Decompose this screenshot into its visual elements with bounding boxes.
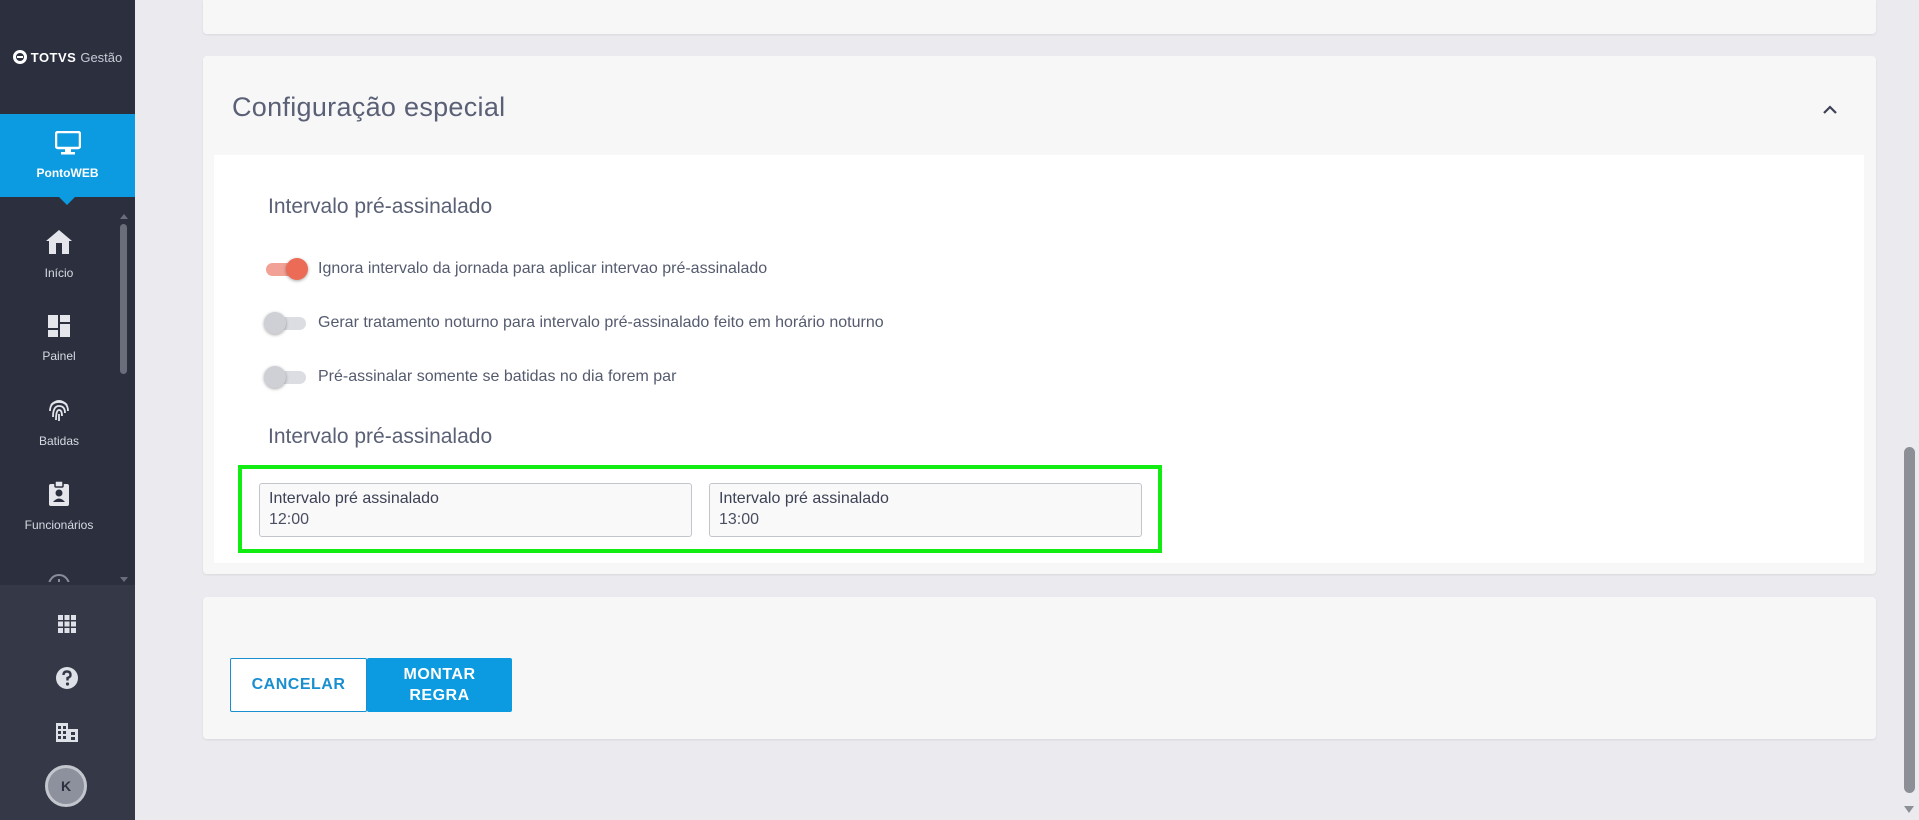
sidebar-item-label: Funcionários [24,517,94,532]
brand-name: TOTVS [30,49,77,65]
sidebar: TOTVS Gestão PontoWEB Início Painel Bati… [0,0,135,820]
help-icon[interactable] [52,663,82,693]
sidebar-item-painel[interactable]: Painel [0,296,118,380]
sidebar-item-inicio[interactable]: Início [0,212,118,296]
toggle-row-ignora-intervalo[interactable]: Ignora intervalo da jornada para aplicar… [264,255,767,283]
toggle-label: Gerar tratamento noturno para intervalo … [318,314,884,331]
toggle-label: Ignora intervalo da jornada para aplicar… [318,260,768,277]
cancel-button[interactable]: CANCELAR [230,658,367,712]
montar-regra-button[interactable]: MONTAR REGRA [367,658,512,712]
sidebar-item-batidas[interactable]: Batidas [0,380,118,464]
module-pointer [59,197,75,205]
sidebar-item-funcionarios[interactable]: Funcionários [0,464,118,548]
section-title-intervalo-fields: Intervalo pré-assinalado [268,425,493,448]
scroll-down-arrow-icon[interactable] [1904,806,1914,813]
scroll-down-arrow-icon[interactable] [120,577,128,582]
field-value[interactable]: 12:00 [269,510,682,530]
sidebar-scroll-thumb[interactable] [120,224,127,374]
sidebar-scrollbar[interactable] [120,214,128,582]
batidas-par-switch[interactable] [264,365,308,389]
badge-icon [48,479,70,512]
dashboard-icon [47,314,71,343]
actions-card: CANCELAR MONTAR REGRA [203,597,1876,739]
previous-card [203,0,1876,34]
intervalo-inicio-field[interactable]: Intervalo pré assinalado 12:00 [259,483,692,537]
field-label: Intervalo pré assinalado [719,490,889,507]
brand-logo[interactable]: TOTVS Gestão [0,0,135,114]
field-value[interactable]: 13:00 [719,510,1132,530]
monitor-icon [54,130,81,160]
module-label: PontoWEB [36,166,99,180]
tratamento-noturno-switch[interactable] [264,311,308,335]
toggle-row-tratamento-noturno[interactable]: Gerar tratamento noturno para intervalo … [264,309,884,337]
page-scroll-thumb[interactable] [1904,447,1915,793]
avatar[interactable]: K [45,765,87,807]
switch-knob [264,312,286,334]
home-icon [45,229,73,260]
ignora-intervalo-switch[interactable] [264,257,308,281]
intervalo-fim-field[interactable]: Intervalo pré assinalado 13:00 [709,483,1142,537]
special-config-body: Intervalo pré-assinalado Ignora interval… [214,155,1864,563]
sidebar-item-clock[interactable] [0,548,118,582]
module-pontoweb[interactable]: PontoWEB [0,114,135,205]
building-icon[interactable] [52,717,82,747]
apps-grid-icon[interactable] [52,609,82,639]
sidebar-item-label: Início [44,265,74,280]
chevron-up-icon[interactable] [1818,98,1842,122]
sidebar-bottom: K [0,585,135,820]
sidebar-item-label: Batidas [38,433,80,448]
sidebar-item-label: Painel [42,348,76,363]
fingerprint-icon [47,397,71,428]
special-config-title[interactable]: Configuração especial [232,92,505,123]
section-title-pre-assinalado: Intervalo pré-assinalado [268,195,493,218]
sidebar-nav: Início Painel Batidas Funcionários [0,212,118,582]
toggle-row-batidas-par[interactable]: Pré-assinalar somente se batidas no dia … [264,363,676,391]
scroll-up-arrow-icon[interactable] [120,214,128,219]
field-label: Intervalo pré assinalado [269,490,439,507]
clock-icon [47,573,71,582]
special-config-card: Configuração especial Intervalo pré-assi… [203,56,1876,574]
page-scrollbar[interactable] [1899,0,1919,820]
toggle-label: Pré-assinalar somente se batidas no dia … [318,368,677,385]
switch-knob [264,366,286,388]
switch-knob [286,258,308,280]
main-content: Configuração especial Intervalo pré-assi… [135,0,1899,820]
brand-product: Gestão [80,49,123,65]
totvs-logo-icon [12,50,27,64]
